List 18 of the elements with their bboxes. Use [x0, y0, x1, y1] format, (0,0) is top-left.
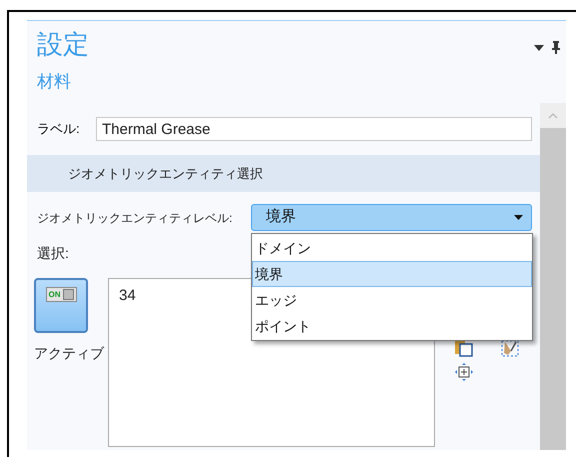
- zoom-to-selection-icon[interactable]: [455, 363, 473, 381]
- brush-icon[interactable]: [501, 340, 519, 357]
- field-label: ジオメトリックエンティティレベル:: [37, 210, 234, 226]
- toggle-label: アクティブ: [34, 344, 104, 363]
- scrollbar[interactable]: [540, 103, 566, 450]
- field-label: ラベル:: [37, 120, 81, 138]
- label-input[interactable]: Thermal Grease: [96, 117, 532, 141]
- pin-icon[interactable]: [552, 41, 560, 54]
- paste-icon[interactable]: [455, 340, 473, 357]
- dropdown-option[interactable]: 境界: [252, 261, 532, 287]
- dropdown-option[interactable]: ドメイン: [252, 235, 532, 261]
- field-label: 選択:: [37, 244, 69, 263]
- selection-item[interactable]: 34: [119, 285, 136, 308]
- dropdown-icon[interactable]: [534, 45, 544, 51]
- panel-title: 設定: [37, 28, 89, 61]
- level-dropdown[interactable]: 境界: [251, 204, 532, 231]
- caret-icon: [514, 215, 523, 220]
- panel-subtitle: 材料: [37, 71, 71, 93]
